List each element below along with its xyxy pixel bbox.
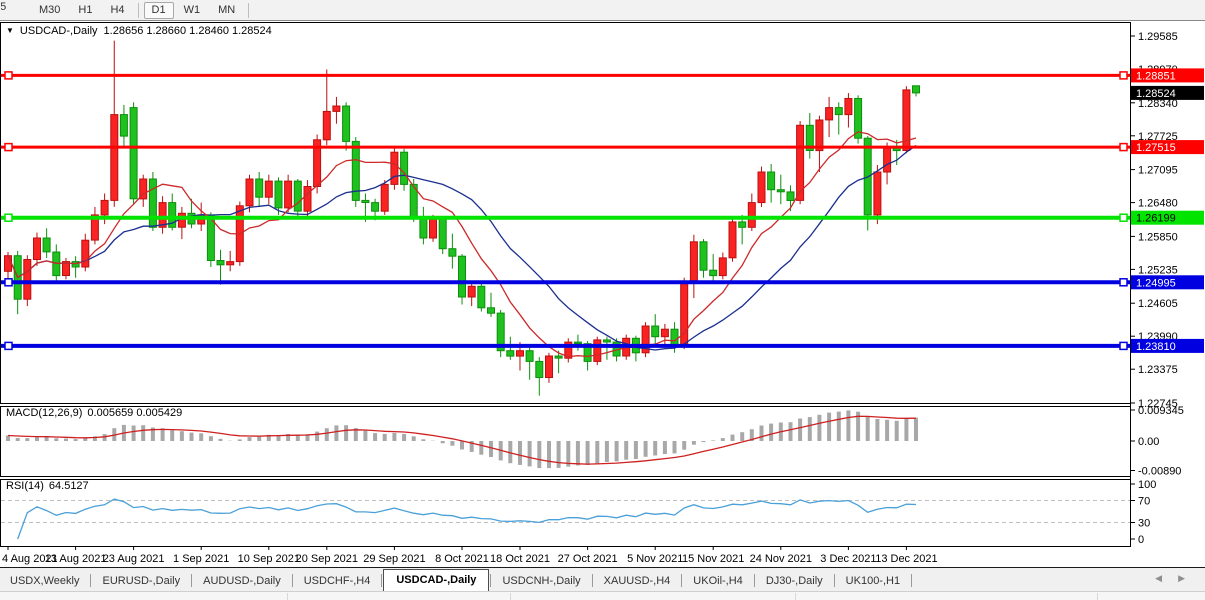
tab-scroll-arrows: ◀ ▶ [1155, 573, 1185, 584]
tab-divider [191, 573, 193, 587]
statusbar-divider [1097, 593, 1098, 600]
chart-ohlc-values: 1.28656 1.28660 1.28460 1.28524 [103, 25, 272, 37]
timeframe-button-m5[interactable]: M5 [1, 1, 29, 19]
chart-tab-usdchf-h4[interactable]: USDCHF-,H4 [294, 571, 381, 592]
svg-text:1.24605: 1.24605 [1138, 298, 1178, 310]
svg-text:29 Sep 2021: 29 Sep 2021 [363, 553, 425, 565]
svg-text:1.28524: 1.28524 [1136, 88, 1176, 100]
svg-text:100: 100 [1138, 479, 1156, 491]
svg-text:1 Sep 2021: 1 Sep 2021 [173, 553, 229, 565]
svg-text:3 Dec 2021: 3 Dec 2021 [820, 553, 876, 565]
svg-text:1.26199: 1.26199 [1136, 213, 1176, 225]
tab-divider [681, 573, 683, 587]
svg-text:0.00: 0.00 [1138, 436, 1159, 448]
statusbar-divider [510, 593, 511, 600]
svg-text:-0.00890: -0.00890 [1138, 466, 1181, 478]
tab-scroll-left-icon[interactable]: ◀ [1155, 573, 1162, 584]
chart-canvas[interactable]: 1.295851.289701.283401.277251.270951.264… [0, 20, 1205, 567]
pane-frames [0, 22, 1131, 547]
svg-text:10 Sep 2021: 10 Sep 2021 [238, 553, 300, 565]
svg-text:1.24995: 1.24995 [1136, 277, 1176, 289]
tab-scroll-right-icon[interactable]: ▶ [1178, 573, 1185, 584]
toolbar-separator [137, 2, 139, 18]
chart-symbol-period: USDCAD-,Daily [19, 25, 98, 37]
chart-tab-bar: USDX,Weekly EURUSD-,Daily AUDUSD-,Daily USD… [0, 567, 1205, 592]
statusbar-divider [287, 593, 288, 600]
hline-price-label: 1.23810 [1131, 338, 1204, 353]
hline-price-label: 1.24995 [1131, 275, 1204, 290]
date-axis[interactable]: 4 Aug 202113 Aug 202123 Aug 2021 1 Sep 20… [2, 546, 938, 566]
tab-divider [90, 573, 92, 587]
svg-text:23 Aug 2021: 23 Aug 2021 [103, 553, 165, 565]
chart-tab-usdcnh-daily[interactable]: USDCNH-,Daily [492, 571, 590, 592]
tab-divider [833, 573, 835, 587]
price-axis[interactable]: 1.295851.289701.283401.277251.270951.264… [1130, 31, 1205, 546]
svg-text:1.26480: 1.26480 [1138, 198, 1178, 210]
svg-text:1.25850: 1.25850 [1138, 231, 1178, 243]
rsi-indicator-label: RSI(14) 64.5127 [6, 480, 89, 492]
svg-text:70: 70 [1138, 496, 1150, 508]
svg-text:0.009345: 0.009345 [1138, 405, 1184, 417]
chart-tab-uk100-h1[interactable]: UK100-,H1 [836, 571, 910, 592]
tab-divider [591, 573, 593, 587]
svg-text:1.23810: 1.23810 [1136, 341, 1176, 353]
svg-text:1.25235: 1.25235 [1138, 264, 1178, 276]
macd-name: MACD(12,26,9) [6, 407, 83, 419]
timeframe-button-h4[interactable]: H4 [102, 2, 132, 19]
svg-text:1.27515: 1.27515 [1136, 142, 1176, 154]
rsi-name: RSI(14) [6, 480, 44, 492]
timeframe-button-w1[interactable]: W1 [176, 2, 209, 19]
svg-text:13 Dec 2021: 13 Dec 2021 [875, 553, 937, 565]
svg-text:24 Nov 2021: 24 Nov 2021 [750, 553, 812, 565]
timeframe-toolbar: M5M30H1H4 D1W1MN [0, 0, 1205, 21]
svg-text:20 Sep 2021: 20 Sep 2021 [296, 553, 358, 565]
svg-text:1.29585: 1.29585 [1138, 31, 1178, 43]
svg-text:0: 0 [1138, 534, 1144, 546]
chart-tab-ukoil-h4[interactable]: UKOil-,H4 [683, 571, 753, 592]
macd-indicator-label: MACD(12,26,9) 0.005659 0.005429 [6, 407, 182, 419]
svg-text:18 Oct 2021: 18 Oct 2021 [490, 553, 550, 565]
svg-text:30: 30 [1138, 518, 1150, 530]
chart-tab-eurusd-daily[interactable]: EURUSD-,Daily [92, 571, 190, 592]
tab-divider [381, 573, 383, 587]
svg-text:15 Nov 2021: 15 Nov 2021 [682, 553, 744, 565]
tab-divider [911, 573, 913, 587]
rsi-value: 64.5127 [48, 480, 89, 492]
tab-divider [753, 573, 755, 587]
svg-text:1.23375: 1.23375 [1138, 364, 1178, 376]
statusbar-divider [795, 593, 796, 600]
trading-platform-window: M5M30H1H4 D1W1MN 1.295851.289701.283401.2… [0, 0, 1205, 600]
svg-text:8 Oct 2021: 8 Oct 2021 [435, 553, 489, 565]
chart-header: ▼ USDCAD-,Daily 1.28656 1.28660 1.28460 … [6, 25, 272, 37]
hline-price-label: 1.26199 [1131, 210, 1204, 225]
hline-price-label: 1.27515 [1131, 140, 1204, 155]
timeframe-button-d1[interactable]: D1 [143, 1, 174, 19]
chart-tab-usdx-weekly[interactable]: USDX,Weekly [0, 571, 89, 592]
chart-tab-usdcad-daily[interactable]: USDCAD-,Daily [383, 569, 490, 592]
hline-price-label: 1.28851 [1131, 68, 1204, 83]
svg-text:1.27095: 1.27095 [1138, 165, 1178, 177]
tab-divider [291, 573, 293, 587]
symbol-dropdown-icon[interactable]: ▼ [6, 26, 14, 36]
svg-text:1.28851: 1.28851 [1136, 70, 1176, 82]
chart-tab-dj30-daily[interactable]: DJ30-,Daily [756, 571, 833, 592]
timeframe-button-h1[interactable]: H1 [70, 2, 100, 19]
toolbar-separator [248, 2, 250, 18]
timeframe-button-mn[interactable]: MN [210, 2, 243, 19]
chart-tab-xauusd-h4[interactable]: XAUUSD-,H4 [594, 571, 681, 592]
timeframe-button-m30[interactable]: M30 [31, 2, 68, 19]
macd-values: 0.005659 0.005429 [87, 407, 183, 419]
svg-text:27 Oct 2021: 27 Oct 2021 [558, 553, 618, 565]
status-bar [0, 591, 1205, 600]
current-price-label: 1.28524 [1131, 85, 1204, 100]
svg-text:13 Aug 2021: 13 Aug 2021 [45, 553, 107, 565]
svg-text:5 Nov 2021: 5 Nov 2021 [627, 553, 683, 565]
chart-tab-audusd-daily[interactable]: AUDUSD-,Daily [193, 571, 291, 592]
tab-divider [490, 573, 492, 587]
